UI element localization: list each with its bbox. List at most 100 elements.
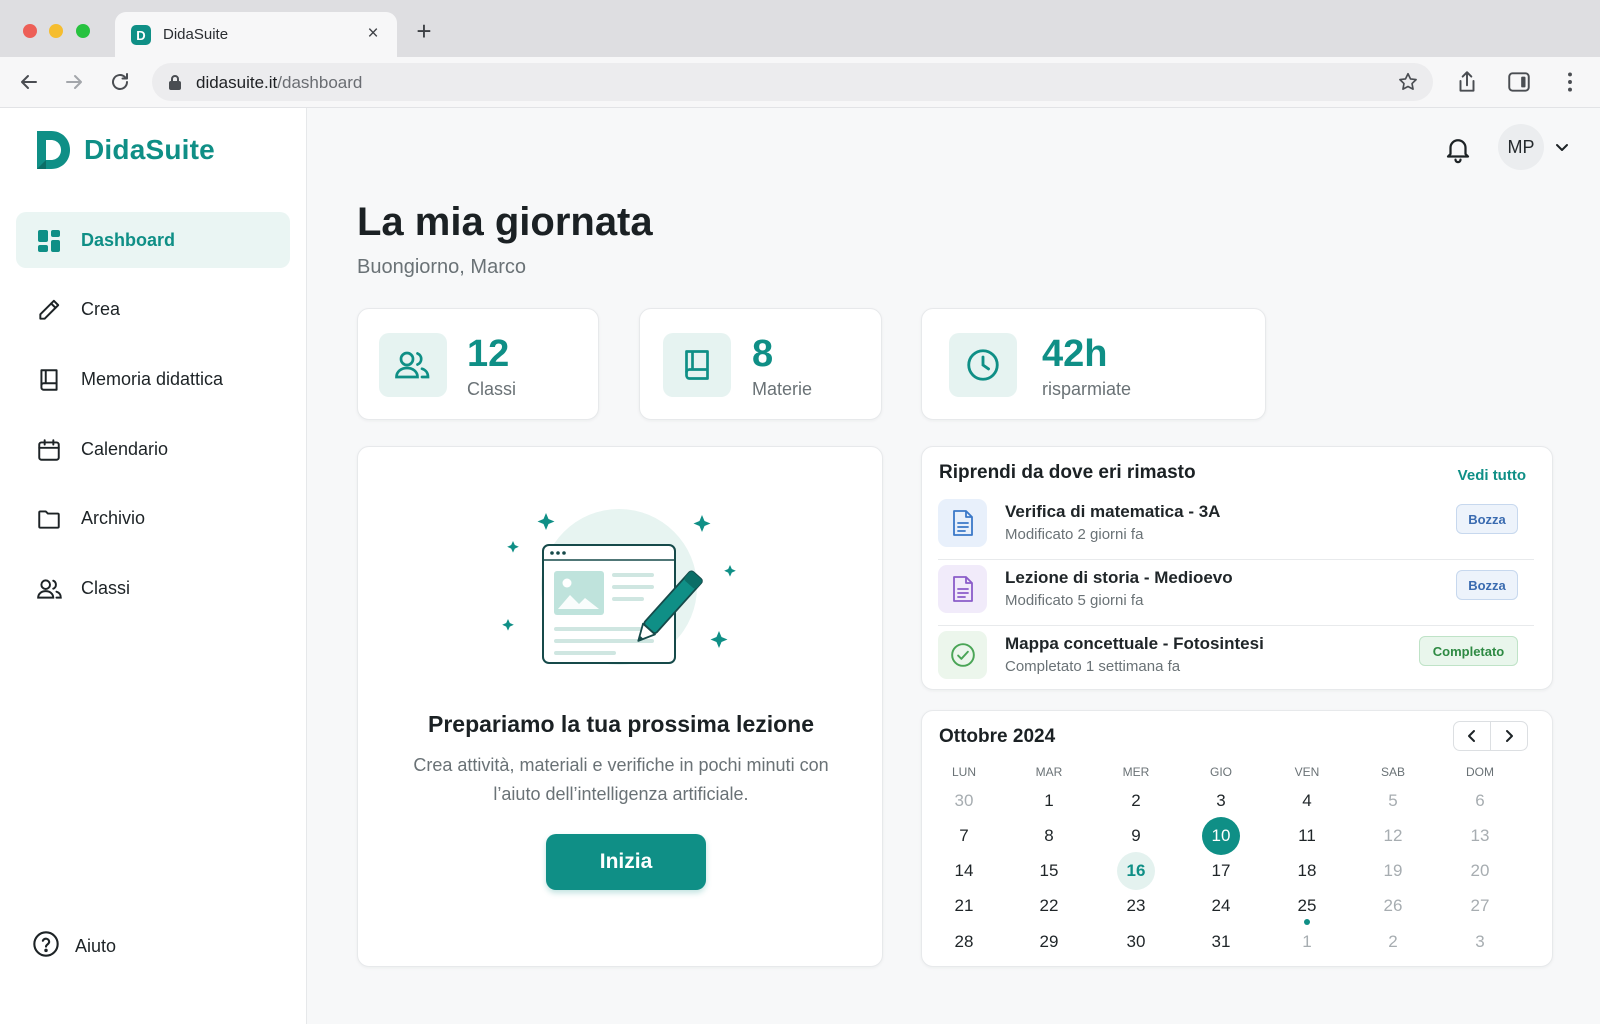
calendar-day[interactable]: 22 bbox=[1030, 887, 1068, 925]
calendar-day[interactable]: 30 bbox=[1117, 923, 1155, 961]
browser-tab[interactable]: D DidaSuite × bbox=[115, 12, 397, 57]
new-tab-button[interactable]: + bbox=[412, 18, 436, 44]
calendar-day[interactable]: 28 bbox=[945, 923, 983, 961]
calendar-day[interactable]: 4 bbox=[1288, 782, 1326, 820]
tab-title: DidaSuite bbox=[163, 26, 229, 43]
stat-card-materie[interactable]: 8 Materie bbox=[639, 308, 882, 420]
calendar-day[interactable]: 27 bbox=[1461, 887, 1499, 925]
stat-label: risparmiate bbox=[1042, 379, 1132, 399]
sidebar-item-crea[interactable]: Crea bbox=[16, 281, 290, 337]
recent-item-title: Verifica di matematica - 3A bbox=[1005, 502, 1221, 521]
calendar-day[interactable]: 30 bbox=[945, 782, 983, 820]
chevron-right-icon bbox=[1506, 730, 1513, 742]
weekday-label: DOM bbox=[1466, 765, 1494, 779]
stat-label: Materie bbox=[752, 379, 813, 399]
stat-value: 42h bbox=[1042, 333, 1108, 375]
calendar-day[interactable]: 26 bbox=[1374, 887, 1412, 925]
sidebar-item-label: Crea bbox=[81, 299, 121, 319]
check-circle-icon bbox=[938, 631, 987, 679]
sidebar-item-archivio[interactable]: Archivio bbox=[16, 490, 290, 546]
calendar-day[interactable]: 8 bbox=[1030, 817, 1068, 855]
recent-items-card: Riprendi da dove eri rimasto Vedi tutto … bbox=[921, 446, 1553, 690]
calendar-day[interactable]: 14 bbox=[945, 852, 983, 890]
calendar-day[interactable]: 9 bbox=[1117, 817, 1155, 855]
next-month-button[interactable] bbox=[1490, 721, 1528, 751]
calendar-day[interactable]: 19 bbox=[1374, 852, 1412, 890]
more-menu-icon[interactable] bbox=[1557, 69, 1583, 95]
maximize-window-button[interactable] bbox=[76, 24, 90, 38]
close-window-button[interactable] bbox=[23, 24, 37, 38]
calendar-month-label: Ottobre 2024 bbox=[939, 726, 1056, 747]
recent-item-subtitle: Completato 1 settimana fa bbox=[1005, 658, 1181, 675]
sidebar-item-label: Calendario bbox=[81, 439, 169, 459]
calendar-day[interactable]: 29 bbox=[1030, 923, 1068, 961]
sidebar-item-calendario[interactable]: Calendario bbox=[16, 421, 290, 477]
sidebar-item-label: Dashboard bbox=[81, 230, 176, 250]
calendar-day[interactable]: 10 bbox=[1202, 817, 1240, 855]
calendar-day[interactable]: 1 bbox=[1288, 923, 1326, 961]
calendar-day[interactable]: 2 bbox=[1374, 923, 1412, 961]
logo[interactable]: DidaSuite bbox=[34, 128, 215, 172]
sidebar-toggle-icon[interactable] bbox=[1506, 69, 1532, 95]
calendar-day[interactable]: 1 bbox=[1030, 782, 1068, 820]
previous-month-button[interactable] bbox=[1453, 721, 1491, 751]
calendar-day[interactable]: 20 bbox=[1461, 852, 1499, 890]
weekday-label: GIO bbox=[1209, 765, 1232, 779]
grid-icon bbox=[36, 228, 62, 254]
calendar-day[interactable]: 13 bbox=[1461, 817, 1499, 855]
help-label: Aiuto bbox=[75, 936, 117, 956]
calendar-day[interactable]: 31 bbox=[1202, 923, 1240, 961]
main-content: MP La mia giornata Buongiorno, Marco 12 … bbox=[308, 108, 1600, 1024]
recent-item[interactable]: Verifica di matematica - 3A Modificato 2… bbox=[938, 494, 1534, 560]
stat-card-classi[interactable]: 12 Classi bbox=[357, 308, 599, 420]
calendar-day[interactable]: 15 bbox=[1030, 852, 1068, 890]
sidebar-item-label: Archivio bbox=[81, 508, 146, 528]
stat-card-ore-risparmiate[interactable]: 42h risparmiate bbox=[921, 308, 1266, 420]
book-icon bbox=[36, 367, 62, 393]
chevron-down-icon[interactable] bbox=[1555, 140, 1569, 154]
calendar-day[interactable]: 21 bbox=[945, 887, 983, 925]
bookmark-star-icon[interactable] bbox=[1397, 71, 1419, 93]
sidebar-item-memoria-didattica[interactable]: Memoria didattica bbox=[16, 351, 290, 407]
notifications-bell-icon[interactable] bbox=[1443, 134, 1473, 164]
sidebar-item-label: Memoria didattica bbox=[81, 369, 224, 389]
stat-value: 12 bbox=[467, 333, 510, 375]
calendar-day[interactable]: 3 bbox=[1461, 923, 1499, 961]
recent-item[interactable]: Mappa concettuale - Fotosintesi Completa… bbox=[938, 626, 1534, 692]
forward-arrow-icon[interactable] bbox=[62, 70, 86, 94]
recent-section-title: Riprendi da dove eri rimasto bbox=[939, 462, 1196, 483]
calendar-day[interactable]: 2 bbox=[1117, 782, 1155, 820]
sidebar-item-dashboard[interactable]: Dashboard bbox=[16, 212, 290, 268]
calendar-day[interactable]: 6 bbox=[1461, 782, 1499, 820]
calendar-day[interactable]: 18 bbox=[1288, 852, 1326, 890]
back-arrow-icon[interactable] bbox=[17, 70, 41, 94]
stat-label: Classi bbox=[467, 379, 517, 399]
hero-title: Prepariamo la tua prossima lezione bbox=[427, 711, 815, 737]
calendar-day[interactable]: 17 bbox=[1202, 852, 1240, 890]
calendar-day[interactable]: 3 bbox=[1202, 782, 1240, 820]
calendar-day[interactable]: 24 bbox=[1202, 887, 1240, 925]
share-icon[interactable] bbox=[1454, 69, 1480, 95]
calendar-day[interactable]: 23 bbox=[1117, 887, 1155, 925]
close-tab-icon[interactable]: × bbox=[363, 24, 383, 44]
reload-icon[interactable] bbox=[108, 70, 132, 94]
next-lesson-card: Prepariamo la tua prossima lezione Crea … bbox=[357, 446, 883, 967]
help-link[interactable]: Aiuto bbox=[32, 928, 192, 960]
stat-value: 8 bbox=[752, 333, 774, 375]
calendar-day[interactable]: 12 bbox=[1374, 817, 1412, 855]
weekday-label: VEN bbox=[1294, 765, 1320, 779]
recent-item[interactable]: Lezione di storia - Medioevo Modificato … bbox=[938, 560, 1534, 626]
sidebar-item-classi[interactable]: Classi bbox=[16, 560, 290, 616]
minimize-window-button[interactable] bbox=[49, 24, 63, 38]
user-avatar[interactable]: MP bbox=[1498, 124, 1544, 170]
calendar-day[interactable]: 5 bbox=[1374, 782, 1412, 820]
calendar-day[interactable]: 7 bbox=[945, 817, 983, 855]
address-bar[interactable]: didasuite.it/dashboard bbox=[152, 63, 1433, 101]
folder-icon bbox=[36, 506, 62, 532]
url-path: /dashboard bbox=[277, 73, 363, 92]
start-button[interactable]: Inizia bbox=[546, 834, 706, 890]
see-all-link[interactable]: Vedi tutto bbox=[1458, 467, 1526, 484]
document-icon bbox=[938, 565, 987, 613]
calendar-day[interactable]: 16 bbox=[1117, 852, 1155, 890]
calendar-day[interactable]: 11 bbox=[1288, 817, 1326, 855]
